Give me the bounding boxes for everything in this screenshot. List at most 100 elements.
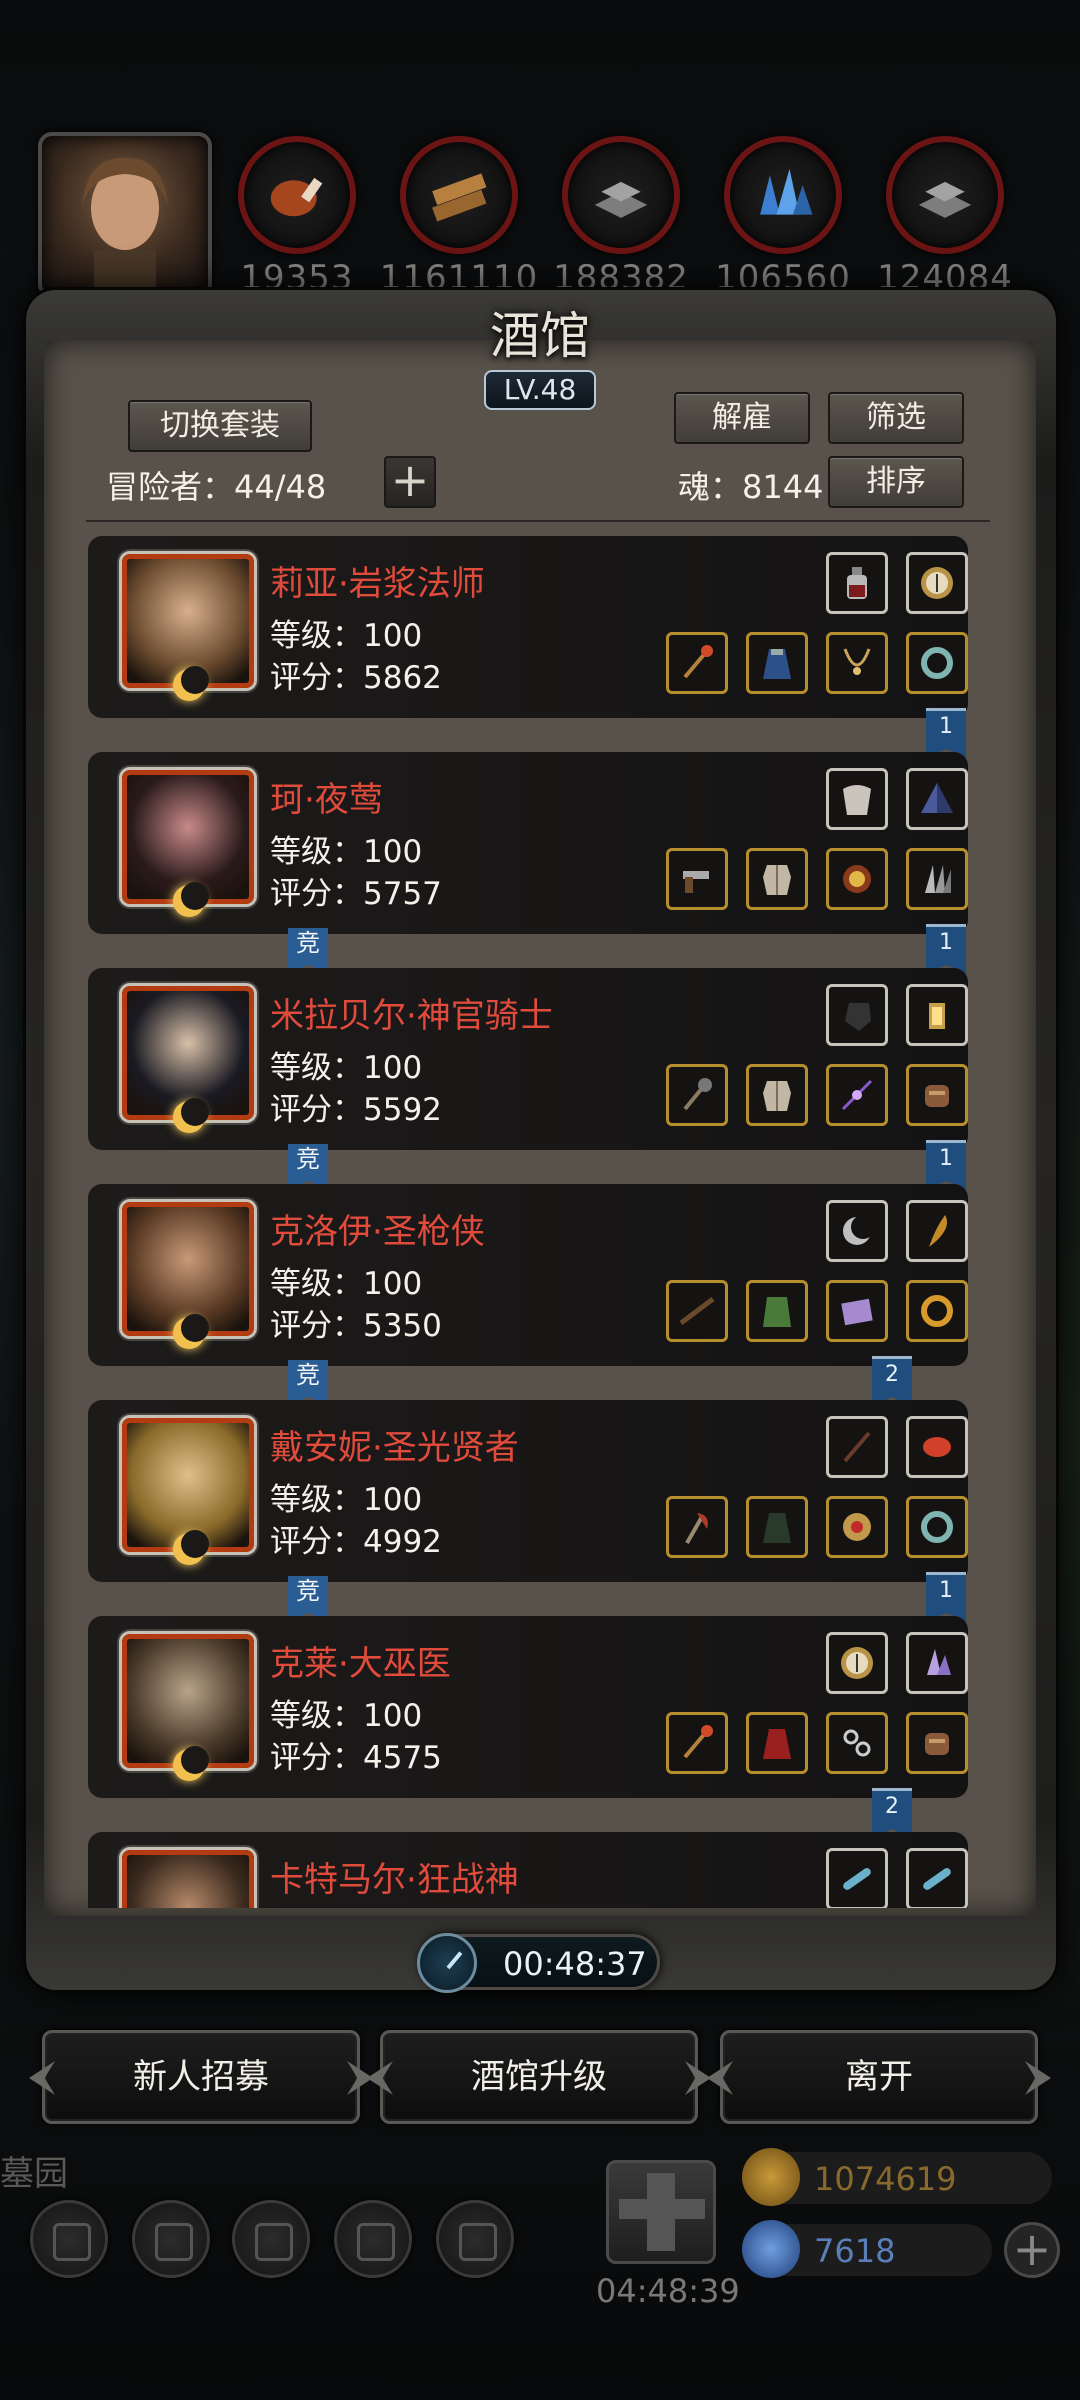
cube-icon[interactable] [436, 2200, 514, 2278]
mace-slot[interactable] [666, 1064, 728, 1126]
hero-portrait[interactable] [122, 986, 254, 1133]
hero-portrait[interactable] [122, 770, 254, 917]
hero-card[interactable]: 卡特马尔·狂战神 [88, 1832, 968, 1908]
hero-level: 等级：100 [270, 1050, 423, 1086]
pistol-slot[interactable] [666, 848, 728, 910]
ring-slot[interactable] [906, 1496, 968, 1558]
staff-slot[interactable] [666, 632, 728, 694]
red-cloak-icon [763, 1729, 791, 1759]
hero-portrait[interactable] [122, 1850, 254, 1908]
player-avatar[interactable] [38, 132, 212, 298]
fur-cloak-slot[interactable] [826, 768, 888, 830]
claw-icon [925, 865, 951, 893]
gold-coin-icon [742, 2148, 800, 2206]
axe-slot[interactable] [666, 1496, 728, 1558]
hero-score: 评分：4575 [270, 1740, 442, 1776]
gem-currency: 7618 [742, 2220, 992, 2278]
hero-card[interactable]: 珂·夜莺 等级：100 评分：5757 [88, 752, 968, 934]
hero-portrait[interactable] [122, 554, 254, 701]
hero-name: 克莱·大巫医 [270, 1644, 451, 1684]
gate-icon[interactable] [232, 2200, 310, 2278]
spark-slot[interactable] [826, 1064, 888, 1126]
hero-card[interactable]: 克洛伊·圣枪侠 等级：100 评分：5350 [88, 1184, 968, 1366]
hero-card[interactable]: 莉亚·岩浆法师 等级：100 评分：5862 [88, 536, 968, 718]
amulet-slot[interactable] [826, 848, 888, 910]
tome-slot[interactable] [826, 1280, 888, 1342]
hero-list[interactable]: 莉亚·岩浆法师 等级：100 评分：5862 1 珂·夜莺 等级：100 评分：… [88, 536, 968, 1908]
brooch-slot[interactable] [826, 1496, 888, 1558]
leave-button[interactable]: 离开 [720, 2030, 1038, 2124]
bracer-slot[interactable] [906, 1064, 968, 1126]
moon-slot[interactable] [826, 1200, 888, 1262]
hero-card[interactable]: 米拉贝尔·神官骑士 等级：100 评分：5592 [88, 968, 968, 1150]
compass-slot[interactable] [826, 1632, 888, 1694]
moon-icon [173, 882, 209, 917]
compass-icon [921, 567, 953, 599]
quill-slot[interactable] [906, 1200, 968, 1262]
staff-slot[interactable] [666, 1712, 728, 1774]
hero-card[interactable]: 克莱·大巫医 等级：100 评分：4575 [88, 1616, 968, 1798]
hero-card[interactable]: 戴安妮·圣光贤者 等级：100 评分：4992 [88, 1400, 968, 1582]
vest-slot[interactable] [746, 848, 808, 910]
switch-outfit-button[interactable]: 切换套装 [128, 400, 312, 452]
hero-level: 等级：100 [270, 1482, 423, 1518]
rank-tag: 1 [926, 924, 966, 974]
chain-slot[interactable] [826, 1712, 888, 1774]
bottle-slot[interactable] [826, 552, 888, 614]
gold-ring-icon [921, 1295, 953, 1327]
rank-tag: 2 [872, 1356, 912, 1406]
red-cloak-slot[interactable] [746, 1712, 808, 1774]
chainmail-slot[interactable] [746, 1280, 808, 1342]
upgrade-tavern-button[interactable]: 酒馆升级 [380, 2030, 698, 2124]
crystal-slot[interactable] [906, 1632, 968, 1694]
blade-slot[interactable] [826, 1848, 888, 1908]
dismiss-button[interactable]: 解雇 [674, 392, 810, 444]
gift-chest-icon[interactable] [606, 2160, 716, 2264]
hero-score: 评分：5350 [270, 1308, 442, 1344]
claw-slot[interactable] [906, 848, 968, 910]
red-gem-icon [923, 1437, 951, 1457]
bracelet-slot[interactable] [906, 1712, 968, 1774]
cloak-slot[interactable] [746, 632, 808, 694]
add-adventurer-slot-button[interactable]: + [384, 456, 436, 508]
hero-name: 米拉贝尔·神官骑士 [270, 996, 553, 1036]
necklace-slot[interactable] [826, 632, 888, 694]
wood-planks-icon[interactable] [400, 136, 518, 254]
hero-portrait[interactable] [122, 1202, 254, 1349]
blade-slot[interactable] [906, 1848, 968, 1908]
rank-tag: 1 [926, 1140, 966, 1190]
axe-icon [685, 1513, 708, 1544]
cloak-icon [763, 649, 791, 679]
iron-bars-icon[interactable] [562, 136, 680, 254]
hero-score: 评分：4992 [270, 1524, 442, 1560]
blue-crystal-icon[interactable] [724, 136, 842, 254]
gold-ring-slot[interactable] [906, 1280, 968, 1342]
hero-portrait[interactable] [122, 1418, 254, 1565]
timer-text: 00:48:37 [503, 1945, 647, 1983]
rifle-slot[interactable] [666, 1280, 728, 1342]
lantern-slot[interactable] [906, 984, 968, 1046]
hero-score: 评分：5592 [270, 1092, 442, 1128]
ring-slot[interactable] [906, 632, 968, 694]
star-icon[interactable] [132, 2200, 210, 2278]
add-currency-button[interactable]: + [1004, 2222, 1060, 2278]
robe-slot[interactable] [746, 1496, 808, 1558]
wand-slot[interactable] [826, 1416, 888, 1478]
hero-level: 等级：100 [270, 1698, 423, 1734]
red-gem-slot[interactable] [906, 1416, 968, 1478]
mail-icon[interactable] [334, 2200, 412, 2278]
hero-portrait[interactable] [122, 1634, 254, 1781]
armor-slot[interactable] [746, 1064, 808, 1126]
metal-ingot-icon[interactable] [886, 136, 1004, 254]
gold-amount: 1074619 [814, 2160, 957, 2198]
compass-slot[interactable] [906, 552, 968, 614]
compass-icon [841, 1647, 873, 1679]
gauntlet-slot[interactable] [826, 984, 888, 1046]
recruit-button[interactable]: 新人招募 [42, 2030, 360, 2124]
pyramid-slot[interactable] [906, 768, 968, 830]
filter-button[interactable]: 筛选 [828, 392, 964, 444]
quill-icon [929, 1215, 947, 1247]
settings-icon[interactable] [30, 2200, 108, 2278]
meat-icon[interactable] [238, 136, 356, 254]
sort-button[interactable]: 排序 [828, 456, 964, 508]
